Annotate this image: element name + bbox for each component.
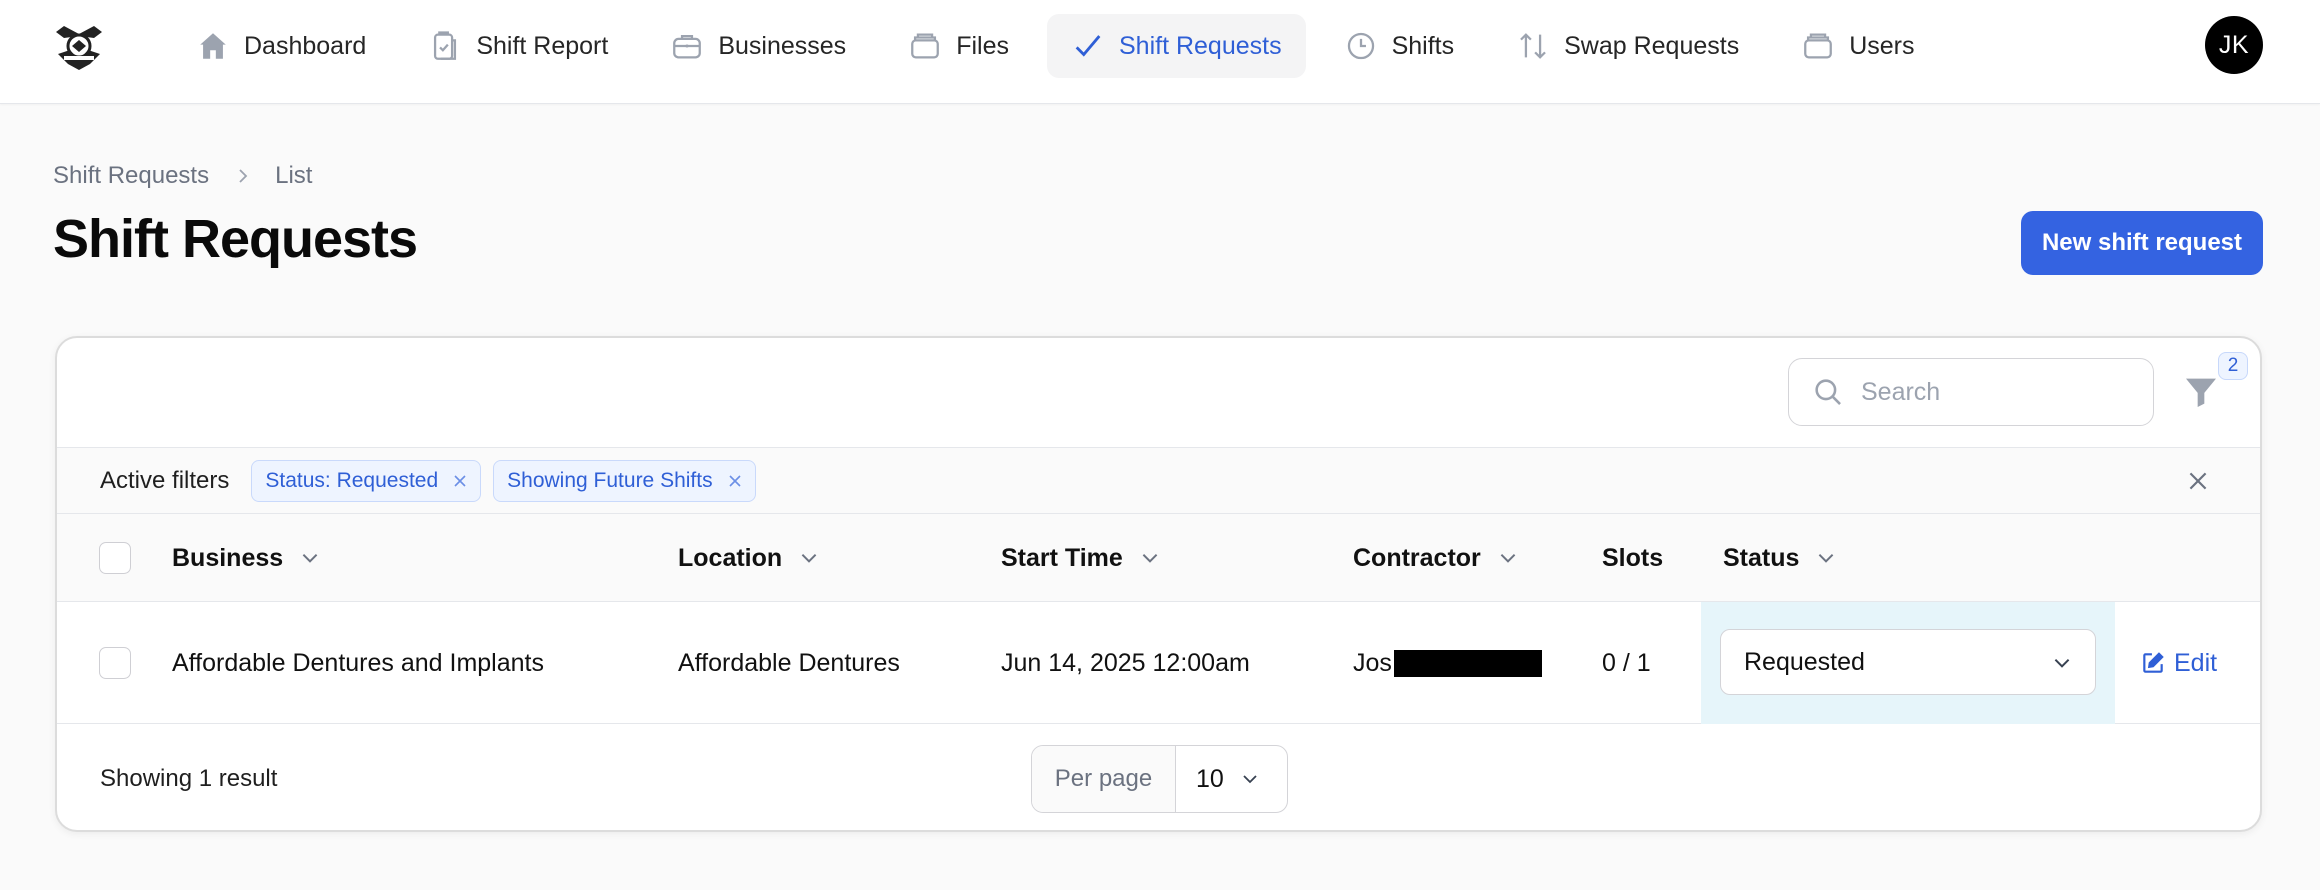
result-count: Showing 1 result [100,765,278,792]
nav-item-label: Shift Report [476,31,609,60]
shift-requests-table-card: 2 Active filters Status: Requested Showi… [55,336,2262,832]
column-header-label: Status [1723,543,1800,572]
column-header-status[interactable]: Status [1723,514,1837,602]
breadcrumb-current: List [275,162,313,189]
filter-chip-status: Status: Requested [251,459,482,502]
nav-item-label: Businesses [718,31,847,60]
per-page-value-wrap[interactable]: 10 [1176,765,1260,794]
chevron-down-icon [1500,553,1516,563]
remove-filter-icon[interactable] [727,473,743,489]
nav-item-swap-requests[interactable]: Swap Requests [1492,14,1763,78]
filter-icon[interactable] [2181,372,2221,412]
column-header-label: Location [678,543,783,572]
breadcrumb: Shift Requests List [53,162,312,190]
nav-item-label: Swap Requests [1564,31,1740,60]
table-toolbar: 2 [57,338,2260,448]
cell-business: Affordable Dentures and Implants [172,648,544,677]
nav-item-dashboard[interactable]: Dashboard [172,14,390,78]
clipboard-check-icon [434,31,457,60]
nav-item-label: Dashboard [244,31,367,60]
status-select-value: Requested [1744,647,1865,676]
nav-item-label: Shift Requests [1118,31,1282,60]
column-header-slots: Slots [1602,514,1663,602]
contractor-name: Jos [1353,648,1392,677]
table-row: Affordable Dentures and Implants Afforda… [57,602,2260,724]
table-header: Business Location Start Time Contractor … [57,514,2260,602]
chevron-down-icon [1819,553,1834,563]
cell-location: Affordable Dentures [678,648,900,677]
remove-filter-icon[interactable] [452,473,468,489]
select-all-checkbox[interactable] [99,542,131,574]
clock-icon [1347,32,1374,60]
nav-item-shifts[interactable]: Shifts [1320,14,1479,78]
column-header-label: Start Time [1001,543,1123,572]
redaction-bar [1393,649,1542,677]
column-header-label: Contractor [1353,543,1481,572]
filter-chip-label: Status: Requested [265,468,439,492]
column-header-label: Slots [1602,543,1664,572]
filter-count-badge: 2 [2218,352,2248,380]
edit-icon [2143,652,2164,673]
row-checkbox[interactable] [99,647,131,679]
filter-chip-label: Showing Future Shifts [507,468,713,492]
column-header-business[interactable]: Business [172,514,321,602]
chevron-down-icon [2054,658,2070,668]
column-header-location[interactable]: Location [678,514,820,602]
user-avatar[interactable]: JK [2205,16,2263,74]
clear-filters-icon[interactable] [2185,468,2211,494]
chevron-right-icon [239,169,248,183]
status-select[interactable]: Requested [1720,629,2096,695]
briefcase-icon [673,34,702,59]
check-icon [1075,35,1101,57]
nav-item-label: Shifts [1391,31,1455,60]
cell-contractor: Jos [1353,602,1542,724]
table-footer: Showing 1 result Per page 10 [57,724,2260,830]
page-title: Shift Requests [53,209,418,269]
main-nav: Dashboard Shift Report Businesses Files … [172,14,1953,78]
per-page-select[interactable]: Per page 10 [1031,745,1288,813]
nav-item-businesses[interactable]: Businesses [646,14,870,78]
edit-link[interactable]: Edit [2140,602,2217,724]
chevron-down-icon [1243,775,1257,784]
folder-icon [1804,33,1833,59]
top-navigation-bar: Dashboard Shift Report Businesses Files … [0,0,2320,104]
column-header-start-time[interactable]: Start Time [1001,514,1161,602]
column-header-label: Business [172,543,284,572]
folder-icon [911,33,940,59]
home-icon [200,33,226,59]
chevron-down-icon [801,553,817,563]
nav-item-label: Users [1849,31,1915,60]
per-page-label: Per page [1032,746,1176,812]
active-filters-label: Active filters [100,466,230,494]
breadcrumb-parent-link[interactable]: Shift Requests [53,162,209,190]
per-page-value: 10 [1196,764,1224,793]
nav-item-users[interactable]: Users [1777,14,1938,78]
nav-item-shift-report[interactable]: Shift Report [404,14,632,78]
search-icon [1815,379,1841,405]
column-header-contractor[interactable]: Contractor [1353,514,1519,602]
brand-logo[interactable] [50,20,108,76]
search-input[interactable] [1861,377,2131,407]
nav-item-label: Files [956,31,1009,60]
search-box[interactable] [1788,358,2154,426]
new-shift-request-button[interactable]: New shift request [2021,211,2263,275]
cell-slots: 0 / 1 [1602,648,1651,677]
active-filters-bar: Active filters Status: Requested Showing… [57,448,2260,514]
chevron-down-icon [302,553,318,563]
filter-chip-future-shifts: Showing Future Shifts [493,459,756,502]
chevron-down-icon [1142,553,1158,563]
arrows-up-down-icon [1520,33,1546,59]
nav-item-files[interactable]: Files [884,14,1033,78]
edit-label: Edit [2174,648,2218,677]
nav-item-shift-requests[interactable]: Shift Requests [1046,14,1306,78]
cell-start-time: Jun 14, 2025 12:00am [1001,648,1250,677]
